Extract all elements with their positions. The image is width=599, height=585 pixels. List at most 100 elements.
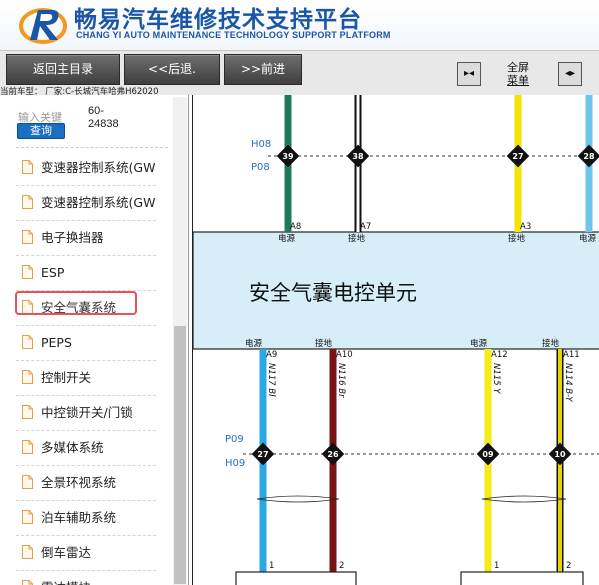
menu-item-label: 倒车雷达 [41,545,92,560]
document-icon [22,230,33,244]
menu-item[interactable]: 控制开关 [16,361,156,396]
menu-item-label: 中控锁开关/门锁 [41,405,133,420]
menu-item[interactable]: 多媒体系统 [16,431,156,466]
toolbar: 返回主目录 <<后退. >>前进 ▸◂ 全屏 菜单 ◂▸ 当前车型： 厂家:C-… [0,50,599,97]
pin-id: A11 [563,350,580,360]
wiring-diagram-canvas: 安全气囊电控单元 H08 P08 P09 H09 39A8电源38A7接地27A… [193,95,599,585]
menu-item-label: 变速器控制系统(GW4B [41,195,156,210]
menu-item-label: 变速器控制系统(GW4G [41,160,156,175]
document-icon [22,580,33,585]
document-icon [22,475,33,489]
forward-button[interactable]: >>前进 [224,54,302,85]
document-icon [22,370,33,384]
menu-item[interactable]: 泊车辅助系统 [16,501,156,536]
pin-id: A7 [360,222,371,232]
component-box [235,571,357,585]
document-icon [22,265,33,279]
connector-p08: P08 [251,162,270,173]
pin-label: 接地 [348,233,366,244]
pin-label: 电源 [470,338,488,349]
pin-label: 接地 [542,338,560,349]
menu-item-label: 电子换挡器 [41,230,104,245]
fullscreen-menu-link[interactable]: 全屏 菜单 [503,61,533,87]
bottom-connector-pin-number: 26 [327,450,339,459]
wiring-diagram: 安全气囊电控单元 H08 P08 P09 H09 39 A8 电源 38 A7 接地 27 A… [192,95,599,585]
wire-code: N115 Y [491,363,501,394]
bottom-connector-pin-number: 10 [554,450,566,459]
twisted-pair-symbol [481,495,567,503]
code-line: 24838 [88,118,119,130]
unit-title: 安全气囊电控单元 [249,281,417,305]
terminal-number: 2 [566,561,571,571]
collapse-sidebar-icon[interactable]: ▸◂ [457,62,481,86]
top-connector-pin-number: 27 [512,152,523,161]
bottom-connector-pin-number: 27 [257,450,268,459]
pin-id: A12 [491,350,508,360]
pin-label: 电源 [245,338,263,349]
top-connector-pin-number: 38 [352,152,364,161]
pin-label: 接地 [315,338,333,349]
connector-p09: P09 [225,434,244,445]
pin-id: A3 [520,222,531,232]
menu-item[interactable]: 全景环视系统 [16,466,156,501]
header: 畅易汽车维修技术支持平台 CHANG YI AUTO MAINTENANCE T… [0,0,599,50]
document-icon [22,545,33,559]
pin-id: A9 [266,350,277,360]
code-line: 60- [88,105,104,117]
menu-item[interactable]: 倒车雷达 [16,536,156,571]
document-icon [22,440,33,454]
menu-item-label: 雷达模块 [41,571,91,585]
top-connector-pin-number: 28 [583,152,595,161]
menu-item[interactable]: 电子换挡器 [16,221,156,256]
top-connector-pin-number: 39 [282,152,294,161]
app-subtitle: CHANG YI AUTO MAINTENANCE TECHNOLOGY SUP… [76,30,391,40]
component-box [460,571,584,585]
menu-item-label: 多媒体系统 [41,440,104,455]
system-menu: 变速器控制系统(GW4G变速器控制系统(GW4B电子换挡器ESP安全气囊系统PE… [16,151,176,585]
pin-id: A8 [290,222,301,232]
twisted-pair-symbol [256,495,340,503]
search-button[interactable]: 查询 [17,123,65,139]
wire-code: N116 Br [336,363,346,398]
menu-label: 菜单 [507,74,529,87]
menu-item-label: 泊车辅助系统 [41,510,117,525]
wire-code: N117 Bl [266,363,276,397]
terminal-number: 1 [494,561,499,571]
menu-item-label: ESP [41,265,65,280]
app-window: 畅易汽车维修技术支持平台 CHANG YI AUTO MAINTENANCE T… [0,0,599,585]
back-button[interactable]: <<后退. [124,54,220,85]
menu-item[interactable]: 雷达模块 [16,571,156,585]
fullscreen-label: 全屏 [507,61,529,74]
menu-item-label: 全景环视系统 [41,475,117,490]
document-icon [22,195,33,209]
document-icon [22,405,33,419]
document-code: 60- 24838 [88,105,119,131]
terminal-number: 1 [269,561,274,571]
menu-item[interactable]: ESP [16,256,156,291]
divider [16,147,168,148]
scrollbar-thumb[interactable] [174,326,186,584]
terminal-number: 2 [339,561,344,571]
menu-item-label: PEPS [41,335,72,350]
sidebar: 输入关键 查询 60- 24838 变速器控制系统(GW4G变速器控制系统(GW… [0,95,189,585]
menu-item[interactable]: PEPS [16,326,156,361]
menu-item[interactable]: 变速器控制系统(GW4G [16,151,156,186]
menu-item[interactable]: 变速器控制系统(GW4B [16,186,156,221]
back-to-main-button[interactable]: 返回主目录 [6,54,120,85]
connector-h08: H08 [251,139,271,150]
pin-label: 电源 [579,233,597,244]
connector-h09: H09 [225,458,245,469]
document-icon [22,160,33,174]
selected-item-highlight [15,291,137,315]
brand-logo-icon [19,8,67,44]
expand-sidebar-icon[interactable]: ◂▸ [558,62,582,86]
document-icon [22,335,33,349]
pin-label: 电源 [278,233,296,244]
menu-item[interactable]: 中控锁开关/门锁 [16,396,156,431]
app-title: 畅易汽车维修技术支持平台 [74,7,362,33]
pin-id: A10 [336,350,353,360]
menu-item-label: 控制开关 [41,370,92,385]
bottom-connector-pin-number: 09 [482,450,494,459]
pin-label: 接地 [508,233,526,244]
document-icon [22,510,33,524]
